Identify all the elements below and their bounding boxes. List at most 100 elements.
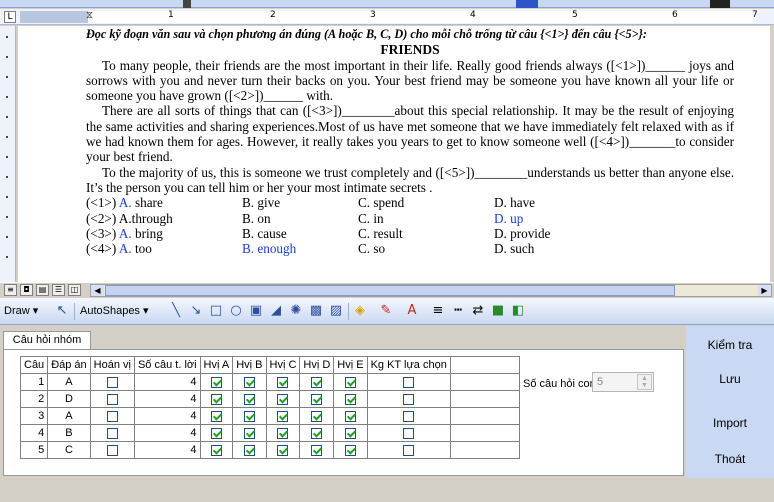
checkbox[interactable] (106, 410, 118, 422)
line-icon[interactable]: ╲ (168, 303, 184, 319)
checkbox[interactable] (106, 376, 118, 388)
hv-a-cell[interactable] (199, 390, 234, 408)
hv-d-cell[interactable] (299, 373, 335, 391)
checkbox[interactable] (106, 393, 118, 405)
print-view-icon[interactable]: ▤ (36, 284, 49, 296)
count-cell[interactable]: 4 (133, 390, 201, 408)
checkbox[interactable] (277, 393, 289, 405)
shuffle-cell[interactable] (89, 407, 135, 425)
scroll-right-icon[interactable]: ▶ (758, 285, 771, 296)
outline-view-icon[interactable]: ☰ (52, 284, 65, 296)
column-header[interactable]: Kg KT lựa chọn (366, 356, 451, 374)
checkbox[interactable] (403, 444, 415, 456)
3d-style-icon[interactable]: ◧ (510, 303, 526, 319)
check-button[interactable]: Kiểm tra (686, 330, 774, 360)
hv-e-cell[interactable] (333, 373, 368, 391)
column-header[interactable]: Hvị C (265, 356, 301, 374)
hv-b-cell[interactable] (232, 390, 267, 408)
hv-d-cell[interactable] (299, 407, 335, 425)
shuffle-cell[interactable] (89, 441, 135, 459)
checkbox[interactable] (210, 376, 222, 388)
checkbox[interactable] (311, 444, 323, 456)
save-button[interactable]: Lưu (686, 364, 774, 394)
rectangle-icon[interactable]: □ (208, 303, 224, 319)
column-header[interactable]: Hvị E (333, 356, 368, 374)
arrow-style-icon[interactable]: ⇄ (470, 303, 486, 319)
checkbox[interactable] (403, 393, 415, 405)
no-check-cell[interactable] (366, 390, 451, 408)
table-row[interactable]: 3 A 4 (19, 407, 521, 425)
answers-grid[interactable]: Câu Đáp án Hoán vị Số câu t. lời Hvị A H… (19, 356, 521, 502)
scroll-left-icon[interactable]: ◀ (91, 285, 104, 296)
draw-menu-button[interactable]: Draw ▾ (4, 304, 38, 317)
no-check-cell[interactable] (366, 373, 451, 391)
hv-c-cell[interactable] (265, 373, 301, 391)
checkbox[interactable] (403, 410, 415, 422)
hv-a-cell[interactable] (199, 407, 234, 425)
hv-c-cell[interactable] (265, 390, 301, 408)
checkbox[interactable] (403, 427, 415, 439)
horizontal-ruler[interactable]: L ⧖ 1 2 3 4 5 6 7 (0, 9, 774, 25)
checkbox[interactable] (243, 410, 255, 422)
checkbox[interactable] (210, 444, 222, 456)
answer-cell[interactable]: C (47, 441, 91, 459)
checkbox[interactable] (243, 393, 255, 405)
shuffle-cell[interactable] (89, 424, 135, 442)
checkbox[interactable] (311, 410, 323, 422)
font-color-icon[interactable]: A (404, 303, 420, 319)
arrow-icon[interactable]: ↘ (188, 303, 204, 319)
hv-e-cell[interactable] (333, 407, 368, 425)
column-header[interactable]: Số câu t. lời (133, 356, 201, 374)
hv-b-cell[interactable] (232, 424, 267, 442)
hv-a-cell[interactable] (199, 424, 234, 442)
shuffle-cell[interactable] (89, 373, 135, 391)
dash-style-icon[interactable]: ┅ (450, 303, 466, 319)
hv-d-cell[interactable] (299, 424, 335, 442)
no-check-cell[interactable] (366, 424, 451, 442)
hv-d-cell[interactable] (299, 441, 335, 459)
checkbox[interactable] (210, 427, 222, 439)
hv-c-cell[interactable] (265, 441, 301, 459)
hv-d-cell[interactable] (299, 390, 335, 408)
checkbox[interactable] (210, 393, 222, 405)
answer-cell[interactable]: A (47, 373, 91, 391)
count-cell[interactable]: 4 (133, 407, 201, 425)
checkbox[interactable] (344, 444, 356, 456)
select-pointer-icon[interactable]: ↖ (54, 303, 70, 319)
column-header[interactable]: Hvị D (299, 356, 335, 374)
checkbox[interactable] (243, 376, 255, 388)
question-cell[interactable]: 2 (19, 390, 49, 408)
fill-color-icon[interactable]: ◈ (352, 303, 368, 319)
no-check-cell[interactable] (366, 407, 451, 425)
shadow-icon[interactable]: ■ (490, 303, 506, 319)
count-cell[interactable]: 4 (133, 373, 201, 391)
hv-e-cell[interactable] (333, 390, 368, 408)
checkbox[interactable] (311, 376, 323, 388)
table-row[interactable]: 2 D 4 (19, 390, 521, 408)
hv-a-cell[interactable] (199, 373, 234, 391)
checkbox[interactable] (243, 444, 255, 456)
clipart-icon[interactable]: ▩ (308, 303, 324, 319)
shuffle-cell[interactable] (89, 390, 135, 408)
hv-b-cell[interactable] (232, 373, 267, 391)
hv-b-cell[interactable] (232, 407, 267, 425)
oval-icon[interactable]: ○ (228, 303, 244, 319)
tab-group-questions[interactable]: Câu hỏi nhóm (3, 331, 91, 349)
line-color-icon[interactable]: ✎ (378, 303, 394, 319)
checkbox[interactable] (311, 393, 323, 405)
reading-view-icon[interactable]: ◫ (68, 284, 81, 296)
web-view-icon[interactable]: ◘ (20, 284, 33, 296)
hv-e-cell[interactable] (333, 424, 368, 442)
ruler-track[interactable] (88, 11, 756, 23)
normal-view-icon[interactable]: ≡ (4, 284, 17, 296)
table-row[interactable]: 1 A 4 (19, 373, 521, 391)
checkbox[interactable] (277, 410, 289, 422)
checkbox[interactable] (277, 427, 289, 439)
column-header[interactable]: Hvị B (232, 356, 267, 374)
question-cell[interactable]: 3 (19, 407, 49, 425)
document-page[interactable]: Đọc kỹ đoạn văn sau và chọn phương án đú… (18, 26, 770, 282)
hv-c-cell[interactable] (265, 424, 301, 442)
picture-icon[interactable]: ▨ (328, 303, 344, 319)
checkbox[interactable] (344, 393, 356, 405)
no-check-cell[interactable] (366, 441, 451, 459)
